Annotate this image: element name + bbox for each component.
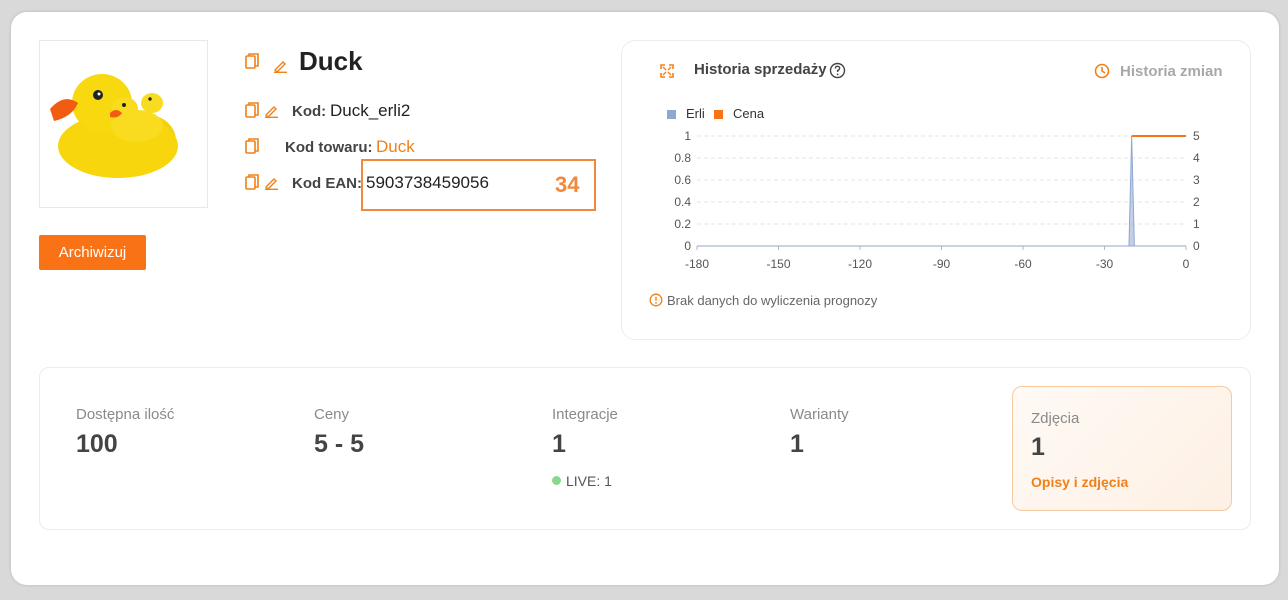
y-right-tick-label: 0 — [1193, 239, 1200, 253]
y-right-tick-label: 5 — [1193, 129, 1200, 143]
x-tick-label: 0 — [1183, 257, 1190, 271]
y-right-tick-label: 4 — [1193, 151, 1200, 165]
y-left-tick-label: 0 — [684, 239, 691, 253]
series-erli-area — [697, 135, 1186, 247]
y-left-tick-label: 0.8 — [674, 151, 691, 165]
x-tick-label: -60 — [1014, 257, 1032, 271]
stat-label-prices: Ceny — [314, 406, 350, 423]
photos-card[interactable] — [1012, 386, 1232, 511]
stat-label-quantity: Dostępna ilość — [76, 406, 175, 423]
y-left-tick-label: 0.2 — [674, 217, 691, 231]
live-status-dot — [552, 476, 561, 485]
no-forecast-note: Brak danych do wyliczenia prognozy — [667, 293, 878, 308]
descriptions-photos-link[interactable]: Opisy i zdjęcia — [1031, 474, 1128, 490]
x-tick-label: -150 — [766, 257, 790, 271]
y-right-tick-label: 2 — [1193, 195, 1200, 209]
stat-value-variants: 1 — [790, 430, 804, 458]
info-icon — [649, 293, 663, 307]
x-tick-label: -180 — [685, 257, 709, 271]
y-right-tick-label: 1 — [1193, 217, 1200, 231]
y-left-tick-label: 0.6 — [674, 173, 691, 187]
stat-label-variants: Warianty — [790, 406, 849, 423]
photos-label: Zdjęcia — [1031, 410, 1080, 427]
x-tick-label: -30 — [1096, 257, 1114, 271]
photos-value: 1 — [1031, 433, 1045, 461]
x-tick-label: -120 — [848, 257, 872, 271]
stat-value-prices: 5 - 5 — [314, 430, 365, 458]
live-count: LIVE: 1 — [566, 473, 612, 489]
x-tick-label: -90 — [933, 257, 951, 271]
stat-label-integrations: Integracje — [552, 406, 618, 423]
stat-value-quantity: 100 — [76, 430, 118, 458]
y-left-tick-label: 0.4 — [674, 195, 691, 209]
y-left-tick-label: 1 — [684, 129, 691, 143]
stat-value-integrations: 1 — [552, 430, 566, 458]
y-right-tick-label: 3 — [1193, 173, 1200, 187]
